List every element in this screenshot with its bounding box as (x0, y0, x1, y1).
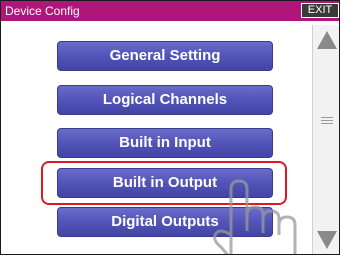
scroll-up-icon[interactable] (317, 31, 337, 49)
menu-button-built-in-input[interactable]: Built in Input (57, 128, 273, 158)
menu-button-general-setting[interactable]: General Setting (57, 41, 273, 71)
device-config-window: Device Config EXIT General Setting Logic… (0, 0, 340, 255)
menu-button-logical-channels[interactable]: Logical Channels (57, 85, 273, 115)
grip-lines-icon[interactable] (321, 117, 333, 126)
tap-hand-icon (213, 179, 297, 254)
title-bar: Device Config EXIT (1, 1, 339, 21)
exit-button[interactable]: EXIT (301, 3, 339, 18)
window-title: Device Config (5, 4, 80, 18)
